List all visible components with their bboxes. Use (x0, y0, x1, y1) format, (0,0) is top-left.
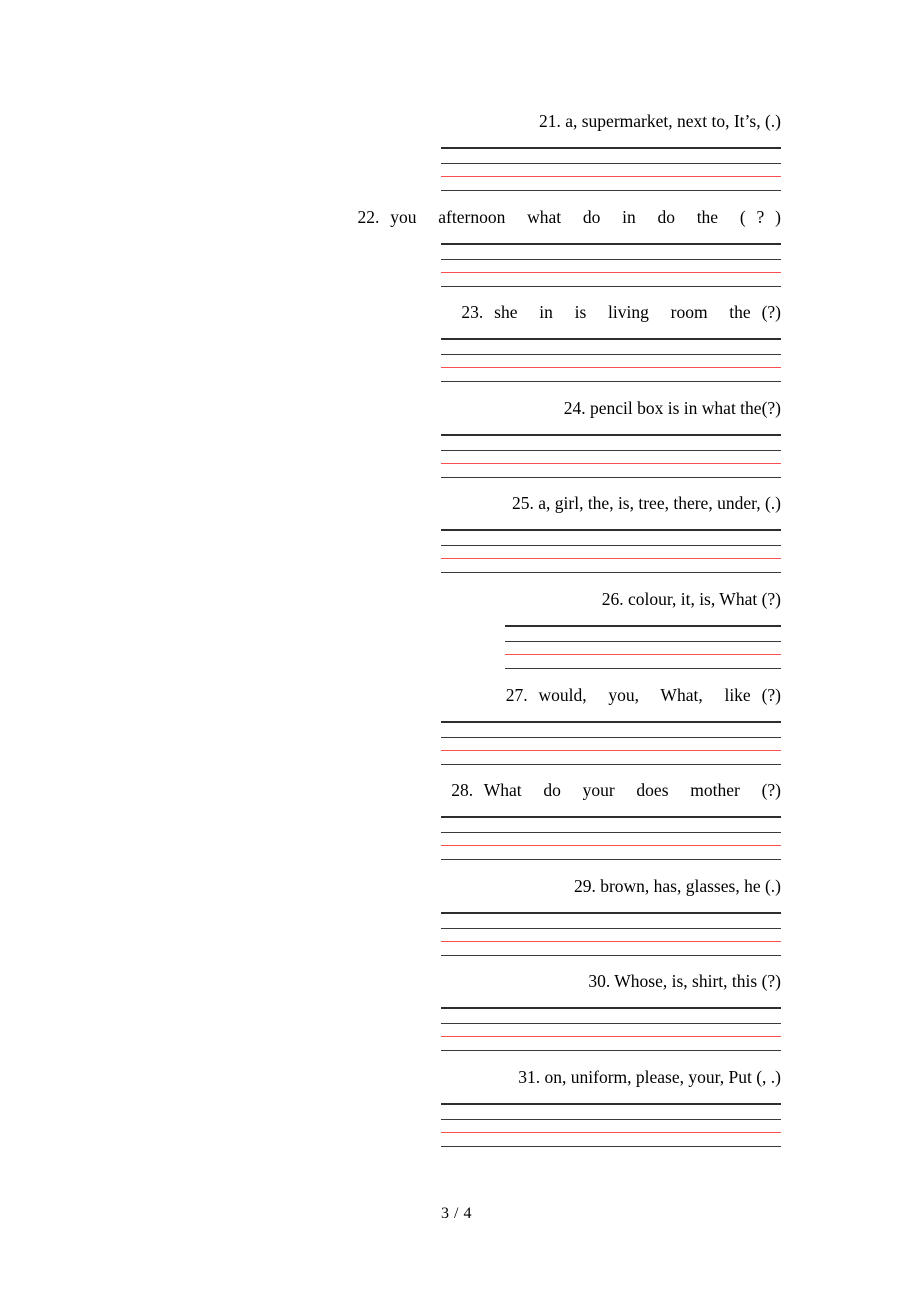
question-block: 22. you afternoon what do in do the ( ? … (0, 206, 920, 287)
question-block: 30. Whose, is, shirt, this (?) (0, 971, 920, 1052)
answer-line-rule-4 (505, 668, 781, 669)
answer-line-rule-red (441, 749, 781, 751)
answer-line-rule-4 (441, 1146, 781, 1147)
answer-line-rule-1 (441, 433, 781, 436)
question-text: 30. Whose, is, shirt, this (?) (588, 971, 781, 992)
answer-line-rule-2 (441, 354, 781, 356)
answer-line-rule-red (441, 845, 781, 847)
question-block: 28. What do your does mother (?) (0, 780, 920, 861)
question-text: 28. What do your does mother (?) (451, 780, 781, 801)
question-text: 22. you afternoon what do in do the ( ? … (357, 206, 781, 227)
question-text: 29. brown, has, glasses, he (.) (573, 875, 781, 896)
answer-line-rule-4 (441, 190, 781, 191)
answer-line-rule-2 (441, 1119, 781, 1120)
answer-line-rule-red (441, 1036, 781, 1038)
question-block: 25. a, girl, the, is, tree, there, under… (0, 493, 920, 574)
question-text: 25. a, girl, the, is, tree, there, under… (512, 493, 781, 514)
answer-line-rule-red (441, 271, 781, 273)
question-block: 26. colour, it, is, What (?) (0, 589, 920, 669)
answer-line-rule-4 (441, 763, 781, 765)
answer-line-rule-1 (441, 911, 781, 914)
answer-line-rule-4 (441, 381, 781, 383)
question-block: 31. on, uniform, please, your, Put (, .) (0, 1067, 920, 1147)
answer-line-rule-red (441, 940, 781, 942)
answer-line-rule-red (441, 558, 781, 560)
answer-line-rule-red (441, 1132, 781, 1133)
answer-line-rule-1 (441, 1007, 781, 1010)
answer-line-rule-2 (441, 832, 781, 834)
question-text: 31. on, uniform, please, your, Put (, .) (518, 1067, 781, 1087)
answer-line-rule-1 (441, 147, 781, 149)
answer-line-rule-4 (441, 285, 781, 287)
answer-line-rule-4 (441, 859, 781, 861)
answer-line-rule-red (441, 462, 781, 464)
answer-line-rule-1 (441, 816, 781, 819)
answer-line-rule-2 (505, 641, 781, 642)
answer-line-rule-1 (441, 720, 781, 723)
question-block: 23. she in is living room the (?) (0, 302, 920, 383)
question-block: 29. brown, has, glasses, he (.) (0, 875, 920, 956)
answer-line-rule-4 (441, 1050, 781, 1052)
answer-line-rule-1 (441, 242, 781, 245)
answer-line-rule-2 (441, 258, 781, 260)
answer-line-rule-1 (441, 338, 781, 341)
answer-line-rule-red (441, 367, 781, 369)
answer-line-rule-1 (441, 529, 781, 532)
answer-line-rule-2 (441, 1023, 781, 1025)
answer-line-rule-2 (441, 449, 781, 451)
answer-line-rule-1 (505, 625, 781, 627)
question-text: 21. a, supermarket, next to, It’s, (.) (538, 111, 781, 131)
answer-line-rule-red (441, 176, 781, 177)
question-text: 24. pencil box is in what the(?) (563, 397, 781, 418)
answer-line-rule-2 (441, 545, 781, 547)
question-text: 26. colour, it, is, What (?) (601, 589, 781, 609)
page-number: 3 / 4 (441, 1205, 472, 1222)
answer-line-rule-2 (441, 163, 781, 164)
question-text: 23. she in is living room the (?) (461, 302, 781, 323)
worksheet-page: 21. a, supermarket, next to, It’s, (.) 22… (0, 0, 920, 1302)
answer-line-rule-2 (441, 736, 781, 738)
question-block: 21. a, supermarket, next to, It’s, (.) (0, 111, 920, 191)
answer-line-rule-1 (441, 1103, 781, 1105)
answer-line-rule-4 (441, 954, 781, 956)
question-text: 27. would, you, What, like (?) (505, 684, 781, 705)
answer-line-rule-2 (441, 927, 781, 929)
answer-line-rule-red (505, 654, 781, 655)
answer-line-rule-4 (441, 476, 781, 478)
answer-line-rule-4 (441, 572, 781, 574)
question-block: 24. pencil box is in what the(?) (0, 397, 920, 478)
question-block: 27. would, you, What, like (?) (0, 684, 920, 765)
